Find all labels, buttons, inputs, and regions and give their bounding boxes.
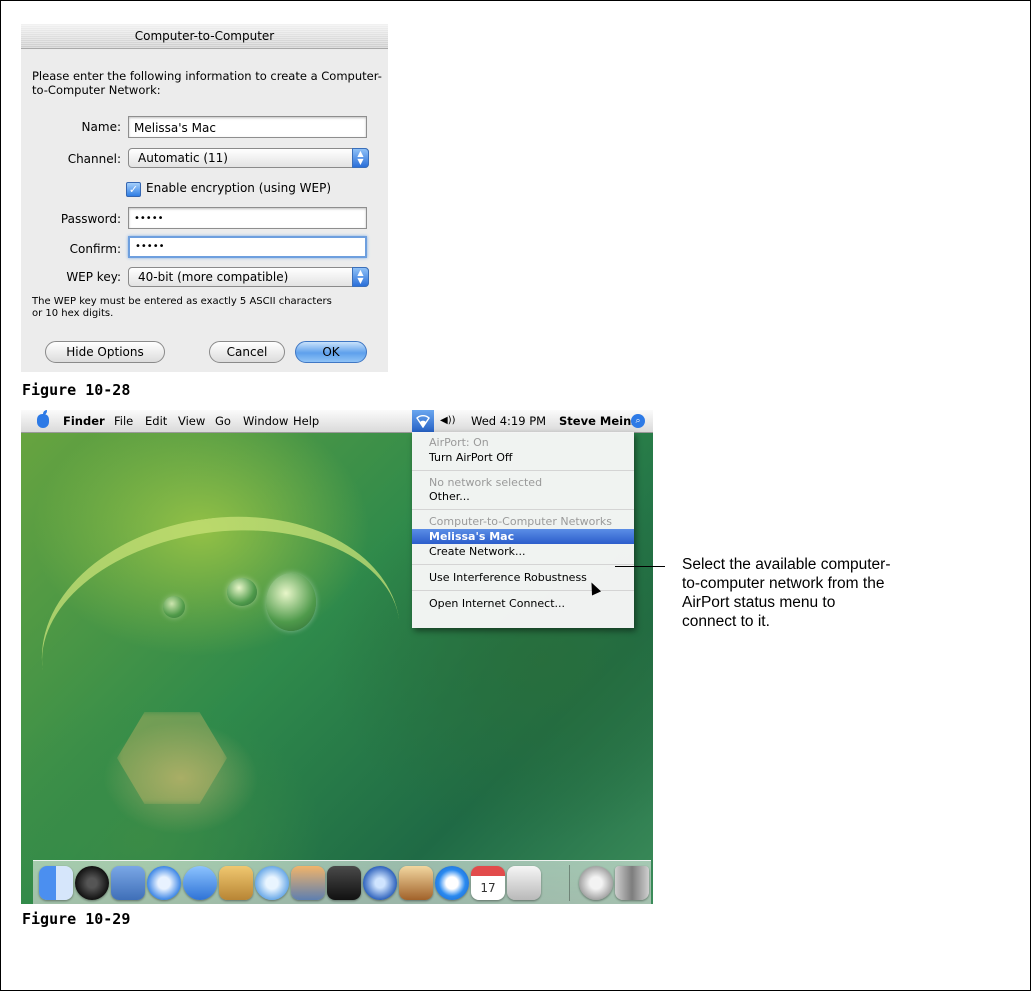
password-label: Password: <box>60 212 121 226</box>
confirm-label: Confirm: <box>69 242 121 256</box>
dock-separator <box>569 865 570 901</box>
finder-icon[interactable] <box>39 866 73 900</box>
encryption-checkbox[interactable]: ✓ <box>126 182 141 197</box>
water-drop-large <box>266 573 316 631</box>
popup-arrows-icon: ▲ ▼ <box>352 148 369 168</box>
encryption-label: Enable encryption (using WEP) <box>146 181 332 195</box>
ichat-icon[interactable] <box>183 866 217 900</box>
menu-window[interactable]: Window <box>243 410 288 432</box>
garageband-icon[interactable] <box>399 866 433 900</box>
no-network-item: No network selected <box>429 476 543 489</box>
airport-status-button[interactable] <box>412 410 434 432</box>
other-network-item[interactable]: Other... <box>412 489 634 504</box>
callout-text: Select the available computer-to-compute… <box>682 556 891 630</box>
computer-to-computer-dialog: Computer-to-Computer Please enter the fo… <box>21 24 388 372</box>
menu-bar: Finder File Edit View Go Window Help ◀))… <box>21 410 653 433</box>
open-internet-connect-item[interactable]: Open Internet Connect... <box>412 596 634 611</box>
volume-icon[interactable]: ◀)) <box>440 410 456 432</box>
imovie-icon[interactable] <box>327 866 361 900</box>
airport-menu: AirPort: On Turn AirPort Off No network … <box>412 432 634 628</box>
airport-icon <box>416 415 430 428</box>
menu-file[interactable]: File <box>114 410 133 432</box>
confirm-field[interactable]: ••••• <box>128 236 367 258</box>
wep-note: The WEP key must be entered as exactly 5… <box>32 296 332 319</box>
c2c-header-item: Computer-to-Computer Networks <box>429 515 613 528</box>
figure-caption-10-29: Figure 10-29 <box>22 910 131 928</box>
water-drop-tiny <box>163 596 185 618</box>
spotlight-icon[interactable]: ⌕ <box>631 414 645 428</box>
mail-at-icon[interactable] <box>579 866 613 900</box>
create-network-item[interactable]: Create Network... <box>412 544 634 559</box>
menu-edit[interactable]: Edit <box>145 410 167 432</box>
popup-arrows-icon: ▲ ▼ <box>352 267 369 287</box>
interference-robustness-item[interactable]: Use Interference Robustness <box>412 570 634 585</box>
trash-icon[interactable] <box>615 866 649 900</box>
dock: 17 <box>33 860 651 904</box>
idvd-icon[interactable] <box>363 866 397 900</box>
menu-finder[interactable]: Finder <box>63 410 105 432</box>
itunes-icon[interactable] <box>255 866 289 900</box>
password-field[interactable]: ••••• <box>128 207 367 229</box>
channel-value: Automatic (11) <box>138 151 228 165</box>
airport-status-item: AirPort: On <box>429 436 489 449</box>
name-field[interactable]: Melissa's Mac <box>128 116 367 138</box>
name-label: Name: <box>81 120 121 134</box>
preview-icon[interactable] <box>507 866 541 900</box>
mail-icon[interactable] <box>111 866 145 900</box>
wep-label: WEP key: <box>66 270 121 284</box>
wep-value: 40-bit (more compatible) <box>138 270 289 284</box>
wep-key-popup[interactable]: 40-bit (more compatible) ▲ ▼ <box>128 267 369 287</box>
grass-blade <box>25 494 417 796</box>
dialog-intro: Please enter the following information t… <box>32 69 382 97</box>
menu-user[interactable]: Steve Meinz <box>559 410 638 432</box>
mac-desktop: Finder File Edit View Go Window Help ◀))… <box>21 410 653 904</box>
iphoto-icon[interactable] <box>291 866 325 900</box>
menu-separator <box>412 564 634 565</box>
menu-clock[interactable]: Wed 4:19 PM <box>471 410 546 432</box>
menu-go[interactable]: Go <box>215 410 231 432</box>
menu-view[interactable]: View <box>178 410 205 432</box>
cancel-button[interactable]: Cancel <box>209 341 285 363</box>
quicktime-icon[interactable] <box>435 866 469 900</box>
menu-help[interactable]: Help <box>293 410 319 432</box>
ical-icon[interactable]: 17 <box>471 866 505 900</box>
channel-popup[interactable]: Automatic (11) ▲ ▼ <box>128 148 369 168</box>
callout-line <box>615 566 665 567</box>
ok-button[interactable]: OK <box>295 341 367 363</box>
dashboard-icon[interactable] <box>75 866 109 900</box>
dialog-title: Computer-to-Computer <box>21 24 388 49</box>
safari-icon[interactable] <box>147 866 181 900</box>
hide-options-button[interactable]: Hide Options <box>45 341 165 363</box>
menu-separator <box>412 509 634 510</box>
water-drop-small <box>227 578 257 606</box>
figure-caption-10-28: Figure 10-28 <box>22 381 131 399</box>
melissas-mac-item[interactable]: Melissa's Mac <box>412 529 634 544</box>
address-book-icon[interactable] <box>219 866 253 900</box>
menu-separator <box>412 470 634 471</box>
apple-menu-icon[interactable] <box>37 410 49 428</box>
turn-airport-off-item[interactable]: Turn AirPort Off <box>412 450 634 465</box>
channel-label: Channel: <box>67 152 121 166</box>
